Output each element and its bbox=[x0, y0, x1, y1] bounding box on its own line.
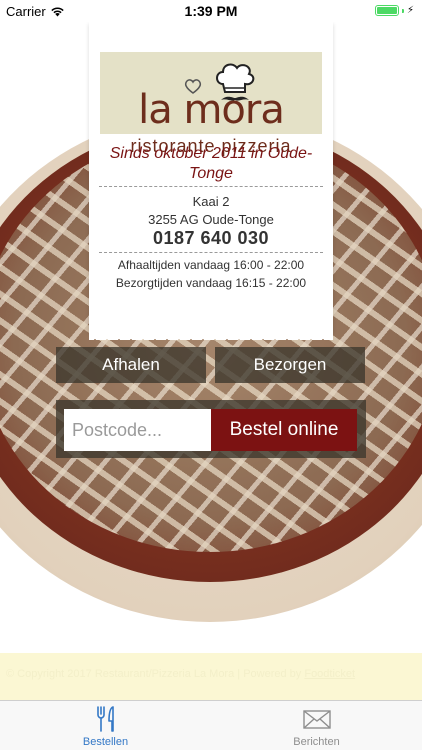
divider bbox=[99, 186, 323, 187]
address-city: 3255 AG Oude-Tonge bbox=[148, 212, 274, 227]
tab-label: Bestellen bbox=[82, 736, 129, 748]
tagline: Sinds oktober 2011 in Oude-Tonge bbox=[109, 145, 313, 182]
tab-berichten[interactable]: Berichten bbox=[211, 701, 422, 750]
postcode-form: Bestel online bbox=[56, 400, 366, 458]
copyright-text: © Copyright 2017 Restaurant/Pizzeria La … bbox=[6, 668, 355, 680]
delivery-button[interactable]: Bezorgen bbox=[215, 347, 365, 383]
pickup-hours: Afhaaltijden vandaag 16:00 - 22:00 bbox=[117, 258, 305, 272]
battery-icon: ⚡ bbox=[374, 5, 414, 16]
restaurant-logo: la mora ristorante pizzeria bbox=[100, 52, 322, 156]
envelope-icon bbox=[302, 710, 331, 729]
postcode-input[interactable] bbox=[64, 409, 211, 451]
status-bar: Carrier 1:39 PM ⚡ bbox=[0, 0, 422, 22]
phone-number[interactable]: 0187 640 030 bbox=[89, 228, 333, 249]
charging-icon: ⚡ bbox=[406, 5, 414, 16]
logo-name: la mora bbox=[138, 87, 285, 133]
restaurant-info-card: la mora ristorante pizzeria Sinds oktobe… bbox=[89, 22, 333, 340]
foodticket-link[interactable]: Foodticket bbox=[304, 668, 355, 680]
address-street: Kaai 2 bbox=[192, 194, 230, 209]
tab-bestellen[interactable]: Bestellen bbox=[0, 701, 211, 750]
copyright-label: © Copyright 2017 Restaurant/Pizzeria La … bbox=[6, 668, 305, 680]
fork-knife-icon bbox=[96, 706, 114, 732]
battery-level bbox=[376, 7, 397, 14]
clock: 1:39 PM bbox=[184, 3, 238, 19]
pickup-button[interactable]: Afhalen bbox=[56, 347, 206, 383]
delivery-hours: Bezorgtijden vandaag 16:15 - 22:00 bbox=[115, 276, 307, 290]
footer: © Copyright 2017 Restaurant/Pizzeria La … bbox=[0, 653, 422, 700]
divider bbox=[99, 252, 323, 253]
tab-label: Berichten bbox=[293, 736, 340, 748]
tab-bar: Bestellen Berichten bbox=[0, 700, 422, 750]
order-online-button[interactable]: Bestel online bbox=[211, 409, 357, 451]
